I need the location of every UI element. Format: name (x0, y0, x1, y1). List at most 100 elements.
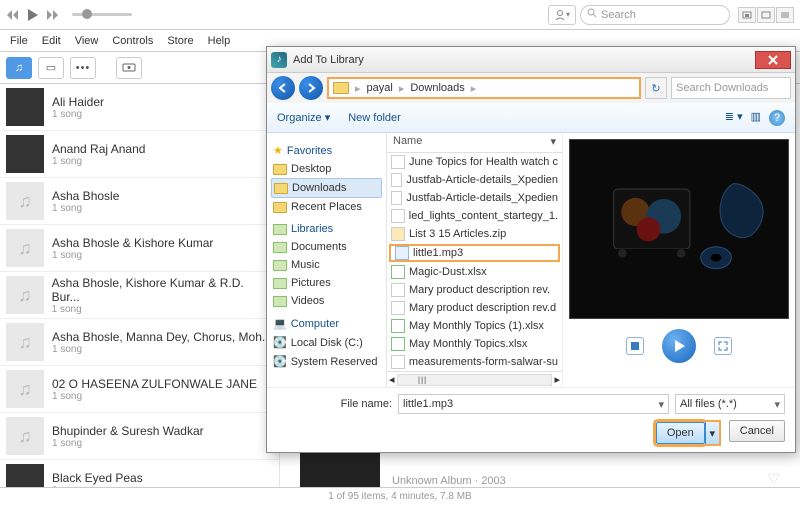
open-button[interactable]: Open (656, 422, 705, 444)
list-icon[interactable] (776, 7, 794, 23)
file-row[interactable]: June Topics for Health watch c (387, 153, 562, 171)
artist-row[interactable]: ♫02 O HASEENA ZULFONWALE JANE1 song (0, 366, 279, 413)
view-mode-button[interactable]: ≣ ▾ (725, 110, 743, 126)
help-icon[interactable]: ? (769, 110, 785, 126)
tree-computer[interactable]: 💻Computer (271, 314, 382, 333)
column-name[interactable]: Name (393, 135, 422, 150)
artist-row[interactable]: ♫Asha Bhosle1 song (0, 178, 279, 225)
file-row[interactable]: List 3 15 Articles.zip (387, 225, 562, 243)
file-label: little1.mp3 (413, 247, 463, 259)
file-row[interactable]: Mary product description rev.d (387, 299, 562, 317)
stop-button[interactable] (626, 337, 644, 355)
tree-pictures[interactable]: Pictures (271, 274, 382, 292)
fullscreen-icon[interactable] (757, 7, 775, 23)
cancel-button[interactable]: Cancel (729, 420, 785, 442)
file-icon (391, 319, 405, 333)
heart-icon[interactable]: ♡ (767, 470, 780, 487)
play-button[interactable] (662, 329, 696, 363)
album-title: Unknown Album (392, 475, 472, 487)
folder-icon (333, 82, 349, 94)
artist-thumb: ♫ (6, 323, 44, 361)
artist-thumb (6, 88, 44, 126)
folder-tree: ★Favorites Desktop Downloads Recent Plac… (267, 133, 387, 387)
file-row[interactable]: Justfab-Article-details_Xpedien (387, 171, 562, 189)
menu-file[interactable]: File (4, 32, 34, 50)
file-row[interactable]: Justfab-Article-details_Xpedien (387, 189, 562, 207)
open-dropdown-icon[interactable]: ▾ (705, 422, 719, 444)
tree-videos[interactable]: Videos (271, 292, 382, 310)
file-row[interactable]: May Monthly Topics (1).xlsx (387, 317, 562, 335)
artist-name: Black Eyed Peas (52, 471, 143, 485)
filename-input[interactable]: little1.mp3▾ (398, 394, 669, 414)
tree-music[interactable]: Music (271, 256, 382, 274)
artist-row[interactable]: Black Eyed Peas1 song (0, 460, 279, 487)
file-row[interactable]: measurements-form-salwar-su (387, 353, 562, 371)
search-input[interactable]: Search (580, 5, 730, 25)
menu-edit[interactable]: Edit (36, 32, 67, 50)
forward-button[interactable] (299, 76, 323, 100)
volume-slider[interactable] (72, 13, 132, 16)
preview-pane-button[interactable]: ▥ (751, 110, 761, 126)
tree-recent[interactable]: Recent Places (271, 198, 382, 216)
organize-button[interactable]: Organize ▾ (277, 111, 330, 124)
artist-row[interactable]: ♫Asha Bhosle & Kishore Kumar1 song (0, 225, 279, 272)
file-row[interactable]: May Monthly Topics.xlsx (387, 335, 562, 353)
miniplayer-icon[interactable] (738, 7, 756, 23)
new-folder-button[interactable]: New folder (348, 112, 401, 124)
tree-favorites[interactable]: ★Favorites (271, 141, 382, 160)
menu-view[interactable]: View (69, 32, 105, 50)
prev-icon[interactable] (6, 9, 20, 21)
tree-desktop[interactable]: Desktop (271, 160, 382, 178)
tree-libraries[interactable]: Libraries (271, 220, 382, 238)
file-filter-select[interactable]: All files (*.*)▾ (675, 394, 785, 414)
file-label: led_lights_content_startegy_1. (409, 210, 558, 222)
device-icon[interactable] (116, 57, 142, 79)
menu-help[interactable]: Help (202, 32, 237, 50)
more-views-icon[interactable]: ••• (70, 57, 96, 79)
file-row[interactable]: little1.mp3 (389, 244, 560, 262)
artist-sub: 1 song (52, 109, 104, 120)
artist-sub: 1 song (52, 250, 213, 261)
breadcrumb[interactable]: ▸ payal ▸ Downloads ▸ (327, 77, 641, 99)
horizontal-scrollbar[interactable]: ◂III▸ (387, 371, 562, 387)
file-icon (391, 283, 405, 297)
back-button[interactable] (271, 76, 295, 100)
media-preview (569, 139, 789, 319)
breadcrumb-seg2[interactable]: Downloads (410, 82, 464, 94)
file-icon (391, 173, 402, 187)
artist-thumb: ♫ (6, 417, 44, 455)
artist-row[interactable]: Anand Raj Anand1 song (0, 131, 279, 178)
menu-store[interactable]: Store (161, 32, 199, 50)
file-row[interactable]: led_lights_content_startegy_1. (387, 207, 562, 225)
tree-localdisk[interactable]: 💽Local Disk (C:) (271, 333, 382, 352)
breadcrumb-seg1[interactable]: payal (367, 82, 393, 94)
next-icon[interactable] (46, 9, 60, 21)
file-row[interactable]: Magic-Dust.xlsx (387, 263, 562, 281)
file-icon (391, 355, 405, 369)
movies-view-icon[interactable]: ▭ (38, 57, 64, 79)
filename-label: File name: (277, 398, 392, 410)
expand-button[interactable] (714, 337, 732, 355)
music-view-icon[interactable]: ♫ (6, 57, 32, 79)
artist-sub: 1 song (52, 485, 143, 488)
album-year: 2003 (481, 475, 505, 487)
artist-row[interactable]: ♫Asha Bhosle, Kishore Kumar & R.D. Bur..… (0, 272, 279, 319)
tree-sysres[interactable]: 💽System Reserved (271, 352, 382, 371)
dialog-search-input[interactable]: Search Downloads (671, 77, 791, 99)
artist-thumb: ♫ (6, 182, 44, 220)
user-button[interactable]: ▾ (548, 5, 576, 25)
artist-name: Asha Bhosle & Kishore Kumar (52, 236, 213, 250)
refresh-button[interactable]: ↻ (645, 77, 667, 99)
file-row[interactable]: Mary product description rev. (387, 281, 562, 299)
menu-controls[interactable]: Controls (106, 32, 159, 50)
tree-downloads[interactable]: Downloads (271, 178, 382, 198)
file-label: May Monthly Topics.xlsx (409, 338, 527, 350)
play-icon[interactable] (26, 8, 40, 22)
artist-row[interactable]: ♫Asha Bhosle, Manna Dey, Chorus, Moh...1… (0, 319, 279, 366)
artist-row[interactable]: Ali Haider1 song (0, 84, 279, 131)
file-label: Mary product description rev.d (409, 302, 556, 314)
artist-sub: 1 song (52, 203, 119, 214)
artist-row[interactable]: ♫Bhupinder & Suresh Wadkar1 song (0, 413, 279, 460)
close-button[interactable] (755, 51, 791, 69)
tree-documents[interactable]: Documents (271, 238, 382, 256)
